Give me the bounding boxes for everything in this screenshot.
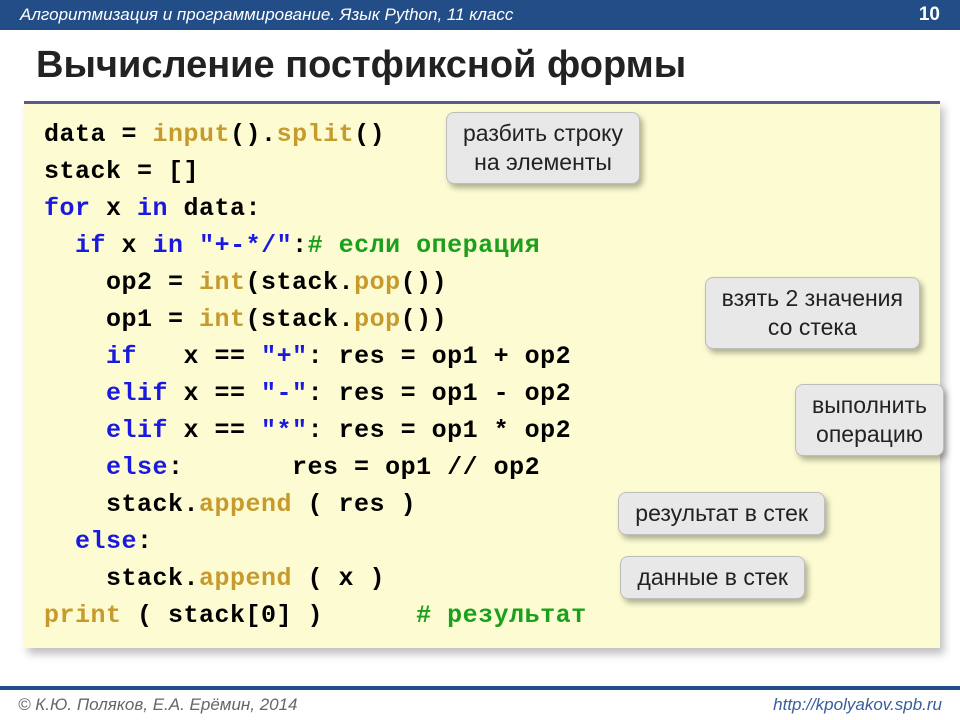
copyright: © К.Ю. Поляков, Е.А. Ерёмин, 2014 bbox=[18, 695, 298, 715]
callout-push-data: данные в стек bbox=[620, 556, 805, 599]
slide-header: Алгоритмизация и программирование. Язык … bbox=[0, 0, 960, 30]
callout-execute: выполнитьоперацию bbox=[795, 384, 944, 456]
callout-split: разбить строкуна элементы bbox=[446, 112, 640, 184]
code-box: data = input().split() stack = [] for x … bbox=[24, 101, 940, 648]
slide-title: Вычисление постфиксной формы bbox=[0, 30, 960, 101]
callout-push-result: результат в стек bbox=[618, 492, 825, 535]
slide-footer: © К.Ю. Поляков, Е.А. Ерёмин, 2014 http:/… bbox=[0, 686, 960, 720]
callout-pop: взять 2 значениясо стека bbox=[705, 277, 920, 349]
page-number: 10 bbox=[919, 4, 940, 26]
footer-url: http://kpolyakov.spb.ru bbox=[773, 695, 942, 715]
course-label: Алгоритмизация и программирование. Язык … bbox=[20, 5, 513, 25]
